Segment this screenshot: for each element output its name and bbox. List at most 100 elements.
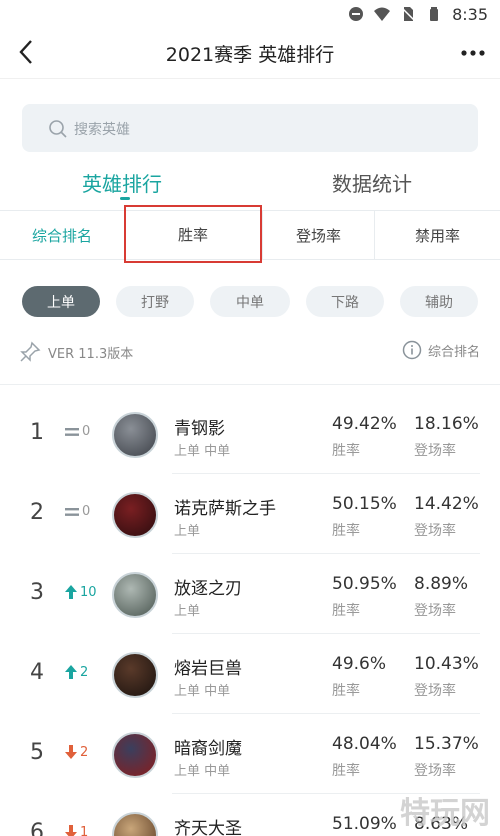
- win-rate-label: 胜率: [332, 443, 360, 459]
- win-rate-label: 胜率: [332, 763, 360, 779]
- win-rate-value: 48.04%: [332, 734, 397, 754]
- hero-name: 放逐之刃: [174, 579, 242, 599]
- hero-lanes: 上单 中单: [174, 684, 231, 699]
- hero-name: 齐天大圣: [174, 819, 242, 836]
- pin-icon: [20, 341, 41, 362]
- hero-name: 青钢影: [174, 419, 225, 439]
- rank-change-value: 1: [80, 824, 89, 836]
- win-rate-value: 51.09%: [332, 814, 397, 834]
- no-change-icon: [65, 507, 79, 516]
- hero-avatar: [112, 412, 158, 458]
- info-icon: [402, 340, 422, 360]
- win-rate-label: 胜率: [332, 603, 360, 619]
- rank-change: 2: [64, 744, 88, 760]
- wifi-icon: [374, 7, 391, 21]
- no-change-icon: [65, 427, 79, 436]
- pick-rate-label: 登场率: [414, 683, 456, 699]
- rank-number: 1: [30, 420, 44, 445]
- pick-rate-value: 18.16%: [414, 414, 479, 434]
- rank-change: 0: [64, 424, 90, 439]
- search-input[interactable]: 搜索英雄: [22, 104, 478, 152]
- rank-number: 2: [30, 500, 44, 525]
- pick-rate-value: 10.43%: [414, 654, 479, 674]
- rank-up-arrow-icon: [65, 665, 77, 679]
- hero-avatar: [112, 572, 158, 618]
- pick-rate-value: 14.42%: [414, 494, 479, 514]
- hero-lanes: 上单: [174, 524, 201, 539]
- do-not-disturb-icon: [349, 7, 364, 21]
- pick-rate-value: 15.37%: [414, 734, 479, 754]
- tab-data-stats[interactable]: 数据统计: [332, 168, 412, 197]
- rank-change-value: 2: [80, 744, 89, 760]
- sort-label: 综合排名: [427, 344, 480, 360]
- rank-change: 0: [64, 504, 90, 519]
- hero-lanes: 上单 中单: [174, 444, 231, 459]
- status-bar: 8:35: [0, 0, 500, 28]
- watermark: 特玩网: [400, 796, 490, 831]
- rank-number: 4: [30, 660, 44, 685]
- hero-row[interactable]: 5 2 暗裔剑魔 上单 中单 48.04% 胜率 15.37% 登场率: [0, 714, 500, 794]
- hero-row[interactable]: 3 10 放逐之刃上单 50.95% 胜率 8.89% 登场率: [0, 554, 500, 634]
- hero-row[interactable]: 1 0 青钢影上单 中单 49.42% 胜率 18.16% 登场率: [0, 394, 500, 474]
- subtab-overall[interactable]: 综合排名: [0, 211, 124, 259]
- rank-change: 2: [64, 664, 88, 680]
- win-rate-value: 49.42%: [332, 414, 397, 434]
- hero-row[interactable]: 2 0 诺克萨斯之手上单 50.15% 胜率 14.42% 登场率: [0, 474, 500, 554]
- hero-name: 熔岩巨兽: [174, 659, 242, 679]
- win-rate-value: 50.95%: [332, 574, 397, 594]
- pick-rate-label: 登场率: [414, 443, 456, 459]
- rank-change: 10: [64, 584, 97, 600]
- subtab-win-rate[interactable]: 胜率: [124, 205, 262, 263]
- hero-row[interactable]: 4 2 熔岩巨兽上单 中单 49.6% 胜率 10.43% 登场率: [0, 634, 500, 714]
- rank-change-value: 10: [80, 584, 97, 600]
- tab-indicator: [120, 197, 130, 200]
- hero-lanes: 上单 中单: [174, 764, 231, 779]
- rank-up-arrow-icon: [65, 585, 77, 599]
- win-rate-label: 胜率: [332, 523, 360, 539]
- hero-name: 暗裔剑魔: [174, 739, 242, 759]
- rank-number: 6: [30, 820, 44, 836]
- sort-option[interactable]: 综合排名: [402, 340, 480, 360]
- status-time: 8:35: [452, 4, 488, 24]
- status-icons: 8:35: [348, 4, 488, 24]
- lane-support[interactable]: 辅助: [400, 286, 478, 317]
- battery-icon: [430, 7, 439, 21]
- hero-avatar: [112, 812, 158, 836]
- hero-avatar: [112, 492, 158, 538]
- no-sim-icon: [401, 7, 416, 22]
- hero-avatar: [112, 652, 158, 698]
- pick-rate-label: 登场率: [414, 523, 456, 539]
- lane-mid[interactable]: 中单: [210, 286, 290, 317]
- search-icon: [49, 120, 67, 138]
- lane-jungle[interactable]: 打野: [116, 286, 194, 317]
- more-options-icon[interactable]: [460, 40, 486, 66]
- version-info: VER 11.3版本: [18, 340, 133, 364]
- pick-rate-label: 登场率: [414, 603, 456, 619]
- page-title: 2021赛季 英雄排行: [165, 44, 335, 66]
- version-label: VER 11.3版本: [48, 346, 134, 362]
- lane-top[interactable]: 上单: [22, 286, 100, 317]
- hero-name: 诺克萨斯之手: [174, 499, 276, 519]
- nav-bar: 2021赛季 英雄排行: [0, 28, 500, 78]
- rank-change-value: 0: [82, 504, 91, 519]
- header-divider: [0, 78, 500, 79]
- win-rate-value: 49.6%: [332, 654, 387, 674]
- rank-change: 1: [64, 824, 88, 836]
- pick-rate-value: 8.89%: [414, 574, 469, 594]
- rank-down-arrow-icon: [65, 825, 77, 836]
- rank-down-arrow-icon: [65, 745, 77, 759]
- tab-hero-ranking[interactable]: 英雄排行: [82, 168, 162, 197]
- win-rate-value: 50.15%: [332, 494, 397, 514]
- rank-change-value: 2: [80, 664, 89, 680]
- lane-bottom[interactable]: 下路: [306, 286, 384, 317]
- rank-change-value: 0: [82, 424, 91, 439]
- rank-number: 3: [30, 580, 44, 605]
- hero-avatar: [112, 732, 158, 778]
- search-placeholder: 搜索英雄: [74, 122, 130, 138]
- sub-tab-bar: 综合排名 胜率 登场率 禁用率: [0, 205, 500, 263]
- pick-rate-label: 登场率: [414, 763, 456, 779]
- subtab-ban-rate[interactable]: 禁用率: [374, 211, 500, 259]
- win-rate-label: 胜率: [332, 683, 360, 699]
- hero-lanes: 上单: [174, 604, 201, 619]
- subtab-pick-rate[interactable]: 登场率: [262, 211, 374, 259]
